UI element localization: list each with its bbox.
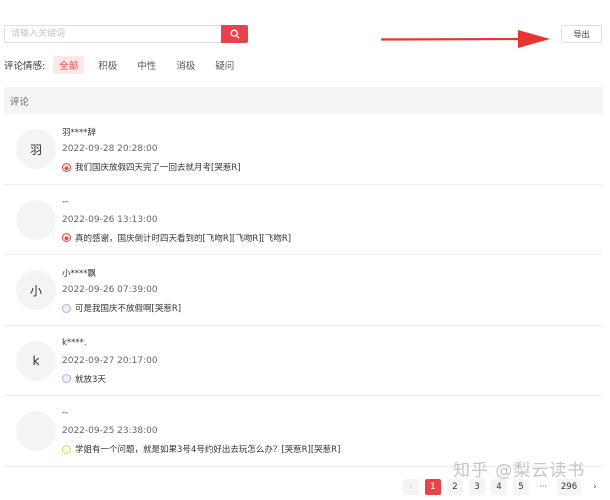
search-bar	[4, 25, 248, 43]
page-button-5[interactable]: 5	[513, 479, 529, 495]
comment-time: 2022-09-27 20:17:00	[62, 355, 158, 366]
comment-item: -- 2022-09-26 13:13:00 真的感谢，国庆倒计时四天看到的[飞…	[4, 185, 603, 255]
comment-text: 我们国庆放假四天完了一回去就月考[哭惹R]	[75, 163, 241, 173]
sentiment-filter-label: 评论情感:	[4, 61, 46, 72]
page-button-2[interactable]: 2	[447, 479, 463, 495]
avatar: k	[16, 340, 56, 381]
question-sentiment-icon	[62, 444, 71, 454]
comment-item: k k****. 2022-09-27 20:17:00 就放3天	[4, 326, 603, 396]
filter-option-question[interactable]: 疑问	[209, 56, 240, 74]
avatar	[16, 411, 56, 451]
neutral-sentiment-icon	[62, 303, 71, 313]
filter-option-negative[interactable]: 消极	[170, 56, 201, 74]
negative-sentiment-icon	[62, 162, 71, 172]
export-button[interactable]: 导出	[561, 25, 602, 43]
comment-content: 可是我国庆不放假啊[哭惹R]	[62, 302, 181, 314]
comment-content: 学姐有一个问题，就是如果3号4号约好出去玩怎么办？[哭惹R][哭惹R]	[62, 443, 340, 455]
search-input[interactable]	[4, 25, 221, 43]
comment-text: 就放3天	[75, 374, 106, 385]
comment-text: 学姐有一个问题，就是如果3号4号约好出去玩怎么办？[哭惹R][哭惹R]	[75, 445, 341, 455]
filter-option-neutral[interactable]: 中性	[131, 56, 162, 74]
red-arrow-annotation	[380, 30, 550, 48]
comment-list: 羽 羽****辞 2022-09-28 20:28:00 我们国庆放假四天完了一…	[4, 114, 603, 467]
sentiment-filter: 评论情感: 全部 积极 中性 消极 疑问	[4, 56, 248, 74]
comment-management-page: 导出 评论情感: 全部 积极 中性 消极 疑问 评论 羽 羽****辞 2022…	[0, 0, 610, 500]
comment-time: 2022-09-25 23:38:00	[62, 426, 158, 436]
watermark: 知乎 @梨云读书	[453, 461, 586, 481]
pagination-ellipsis[interactable]: ···	[535, 479, 551, 495]
comment-text: 真的感谢，国庆倒计时四天看到的[飞吻R][飞吻R][飞吻R]	[75, 233, 292, 244]
filter-option-all[interactable]: 全部	[53, 56, 85, 74]
comment-item: 羽 羽****辞 2022-09-28 20:28:00 我们国庆放假四天完了一…	[4, 114, 603, 185]
next-page-button[interactable]: ›	[587, 479, 603, 495]
prev-page-button[interactable]: ‹	[403, 479, 419, 495]
negative-sentiment-icon	[62, 233, 71, 242]
avatar: 小	[16, 270, 56, 310]
comment-author: k****.	[62, 337, 87, 348]
page-button-3[interactable]: 3	[469, 479, 485, 495]
filter-option-positive[interactable]: 积极	[92, 56, 123, 74]
comment-time: 2022-09-26 07:39:00	[62, 285, 158, 295]
neutral-sentiment-icon	[62, 374, 71, 383]
page-button-4[interactable]: 4	[491, 479, 507, 495]
pagination: ‹ 1 2 3 4 5 ··· 296 ›	[403, 479, 609, 495]
avatar: 羽	[16, 129, 56, 169]
comment-time: 2022-09-26 13:13:00	[62, 214, 158, 225]
comment-text: 可是我国庆不放假啊[哭惹R]	[75, 304, 182, 314]
search-icon	[230, 29, 239, 39]
comment-content: 真的感谢，国庆倒计时四天看到的[飞吻R][飞吻R][飞吻R]	[62, 232, 291, 244]
avatar	[16, 199, 56, 240]
page-button-1[interactable]: 1	[425, 479, 441, 495]
comment-author: 羽****辞	[62, 128, 97, 138]
comment-author: --	[62, 408, 69, 418]
comment-author: --	[62, 196, 69, 207]
comment-author: 小****飘	[62, 269, 97, 279]
comment-content: 我们国庆放假四天完了一回去就月考[哭惹R]	[62, 161, 241, 173]
comment-time: 2022-09-28 20:28:00	[62, 144, 158, 154]
comment-content: 就放3天	[62, 373, 106, 385]
page-button-last[interactable]: 296	[557, 479, 581, 495]
comment-item: 小 小****飘 2022-09-26 07:39:00 可是我国庆不放假啊[哭…	[4, 255, 603, 326]
search-button[interactable]	[221, 25, 248, 43]
comment-column-header: 评论	[4, 87, 603, 114]
